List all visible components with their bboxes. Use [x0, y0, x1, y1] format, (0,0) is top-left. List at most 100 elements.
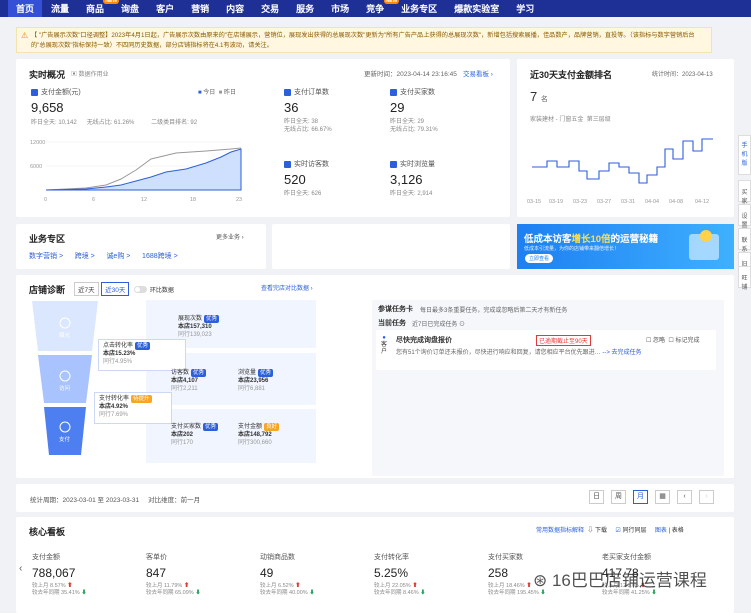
calendar-icon[interactable]: ▦ [655, 490, 670, 504]
go-task-link[interactable]: --> 去完成任务 [602, 350, 641, 356]
nav-item[interactable]: 内容 [226, 2, 244, 15]
period-text: 统计周期：2023-03-01 至 2023-03-31 对比维度：前一月 [30, 497, 201, 504]
side-buyer[interactable]: 买家 [738, 180, 751, 205]
biz-link[interactable]: 1688跨境 > [142, 253, 178, 260]
board-tools: 常用数据指标解释 ⇩ 下载 ☑ 同行同层 图表 | 表格 [536, 528, 684, 534]
download-icon[interactable]: ⇩ 下载 [587, 528, 607, 534]
more-biz-link[interactable]: 更多业务 › [216, 232, 244, 241]
overdue-tag: 已逾期截止至90天 [536, 335, 591, 346]
done-task-tab[interactable]: 近7日已完成任务 ⊙ [412, 319, 465, 328]
orders-metric: 支付订单数 36 昨日全天: 38 无线占比: 66.67% [284, 88, 332, 133]
visitors-metric: 实时访客数 520 昨日全天: 626 [284, 160, 329, 197]
mark-done-check[interactable]: 标记完成 [675, 338, 699, 344]
ranking-card: 近30天支付金额排名 统计时间：2023-04-13 7 名 家装建材 - 门窗… [517, 59, 734, 217]
day-button[interactable]: 日 [589, 490, 604, 504]
trade-board-link[interactable]: 交易看板 › [463, 68, 493, 78]
biz-link[interactable]: 跨境 > [75, 253, 95, 260]
nav-item[interactable]: 学习 [516, 2, 534, 15]
realtime-doc-link[interactable]: ▣ 数据作用业 [71, 69, 109, 78]
x-tick: 03-15 [527, 199, 541, 205]
orders-icon [284, 88, 291, 96]
left-arrow-icon[interactable]: ‹ [19, 563, 22, 574]
metric-value: 788,067 [32, 566, 76, 580]
nav-item[interactable]: 商品 NEW [86, 0, 120, 15]
metric-compare: 较上月 6.52% ⬆ 较去年同期 40.00% ⬇ [260, 583, 315, 596]
funnel-label: 访问 [59, 384, 70, 392]
promo-banner[interactable]: 低成本访客增长10倍的运营秘籍 低成本引流量，为你的店铺带来翻倍增长！ 立即查看 [517, 224, 734, 269]
x-tick: 04-12 [695, 199, 709, 205]
pay-amount-sub: 昨日全天: 10,142 无线占比: 61.26% 二级类目排名: 92 [31, 120, 198, 126]
metrics-doc-link[interactable]: 常用数据指标解释 [536, 528, 584, 534]
side-settings[interactable]: 设置 [738, 204, 751, 229]
ranking-time: 统计时间：2023-04-13 [652, 72, 713, 78]
week-button[interactable]: 周 [611, 490, 626, 504]
metric-label: 老买家支付金额 [602, 554, 651, 561]
peer-checkbox[interactable]: ☑ 同行同层 [615, 528, 646, 534]
nav-item[interactable]: 营销 [191, 2, 209, 15]
ignore-check[interactable]: 忽略 [653, 338, 665, 344]
notice-text: 【 "广告展示次数"口径调整】2023年4月1日起，广告展示次数由原来的"在店铺… [31, 32, 695, 49]
nav-item[interactable]: 流量 [51, 2, 69, 15]
compare-toggle[interactable] [134, 286, 148, 294]
x-tick: 12 [141, 197, 147, 203]
metric-value: 847 [146, 566, 167, 580]
nav-item[interactable]: 交易 [261, 2, 279, 15]
x-tick: 03-27 [597, 199, 611, 205]
customer-icon: ● 客户 [380, 335, 387, 355]
warning-icon: ⚠ [21, 31, 29, 40]
metric-label: 支付转化率 [374, 554, 409, 561]
side-mobile[interactable]: 手机版 [738, 135, 751, 175]
side-shop[interactable]: 旺铺 [738, 266, 751, 291]
pay-conv-box: 支付转化率 待提升 本店4.92% 同行7.69% [94, 392, 172, 424]
realtime-title: 实时概况 [29, 70, 66, 80]
visitors-icon [284, 160, 291, 168]
realtime-card: 实时概况 ▣ 数据作用业 更新时间：2023-04-14 23:16:45 交易… [16, 59, 510, 217]
y-tick: 6000 [30, 164, 42, 170]
x-tick: 03-23 [573, 199, 587, 205]
eye-icon [390, 160, 397, 168]
prev-icon[interactable]: ‹ [677, 490, 692, 504]
nav-item[interactable]: 服务 [296, 2, 314, 15]
table-view-tab[interactable]: 表格 [672, 528, 684, 534]
next-icon[interactable]: › [699, 490, 714, 504]
pay-amount-value: 9,658 [31, 100, 64, 115]
metric-label: 支付买家数 [488, 554, 523, 561]
top-nav: 首页 流量 商品 NEW 询盘 客户 营销 内容 交易 服务 市场 竞争 NEW 业务专区 爆款实验室 学习 [0, 0, 751, 17]
buyers-metric: 支付买家数 29 昨日全天: 29 无线占比: 79.31% [390, 88, 438, 133]
x-tick: 0 [44, 197, 47, 203]
7day-button[interactable]: 近7天 [74, 282, 99, 296]
task-title: 参谋任务卡 [378, 306, 413, 313]
new-badge: NEW [103, 0, 120, 4]
biz-link[interactable]: 数字营销 > [29, 253, 63, 260]
nav-item[interactable]: 爆款实验室 [454, 2, 499, 15]
nav-item[interactable]: 客户 [156, 2, 174, 15]
biz-link[interactable]: 诚e购 > [106, 253, 130, 260]
click-rate-box: 点击转化率 优秀 本店15.23% 同行4.95% [98, 339, 186, 371]
task-actions: ☐ 忽略 ☐ 标记完成 [646, 338, 700, 344]
compare-link[interactable]: 查看完店对比数据 › [261, 283, 313, 292]
month-button[interactable]: 月 [633, 490, 648, 504]
nav-item[interactable]: 业务专区 [401, 2, 437, 15]
core-metric[interactable]: 支付金额 788,067 较上月 8.57% ⬆ 较去年同期 35.41% ⬇ [32, 552, 142, 597]
metric-label: 动销商品数 [260, 554, 295, 561]
banner-button[interactable]: 立即查看 [525, 254, 554, 263]
nav-item[interactable]: 首页 [8, 0, 43, 17]
nav-item[interactable]: 竞争 NEW [366, 0, 400, 15]
nav-item[interactable]: 市场 [331, 2, 349, 15]
x-tick: 04-04 [645, 199, 659, 205]
realtime-chart: 12000 6000 0 6 12 18 23 [30, 140, 242, 203]
board-title: 核心看板 [29, 527, 66, 537]
core-metric[interactable]: 支付转化率 5.25% 较上月 22.05% ⬆ 较去年同期 8.46% ⬇ [374, 552, 484, 597]
current-task-tab[interactable]: 当前任务 [378, 318, 406, 328]
task-item-desc: 您有51个询价订单还未报价，尽快进行响应和回复，请您相应平台优先跟进… --> … [396, 350, 642, 356]
chart-view-tab[interactable]: 图表 [655, 528, 667, 534]
x-tick: 6 [92, 197, 95, 203]
side-contact[interactable]: 联系 [738, 228, 751, 253]
x-tick: 03-19 [549, 199, 563, 205]
diagnosis-card: 店铺诊断 近7天 近30天 环比数据 查看完店对比数据 › 曝光 访问 支付 展… [16, 275, 734, 478]
nav-item[interactable]: 询盘 [121, 2, 139, 15]
core-metric[interactable]: 动销商品数 49 较上月 6.52% ⬆ 较去年同期 40.00% ⬇ [260, 552, 370, 597]
ranking-title: 近30天支付金额排名 [530, 70, 613, 80]
30day-button[interactable]: 近30天 [101, 282, 130, 296]
core-metric[interactable]: 客单价 847 较上月 11.79% ⬆ 较去年同期 65.09% ⬇ [146, 552, 256, 597]
